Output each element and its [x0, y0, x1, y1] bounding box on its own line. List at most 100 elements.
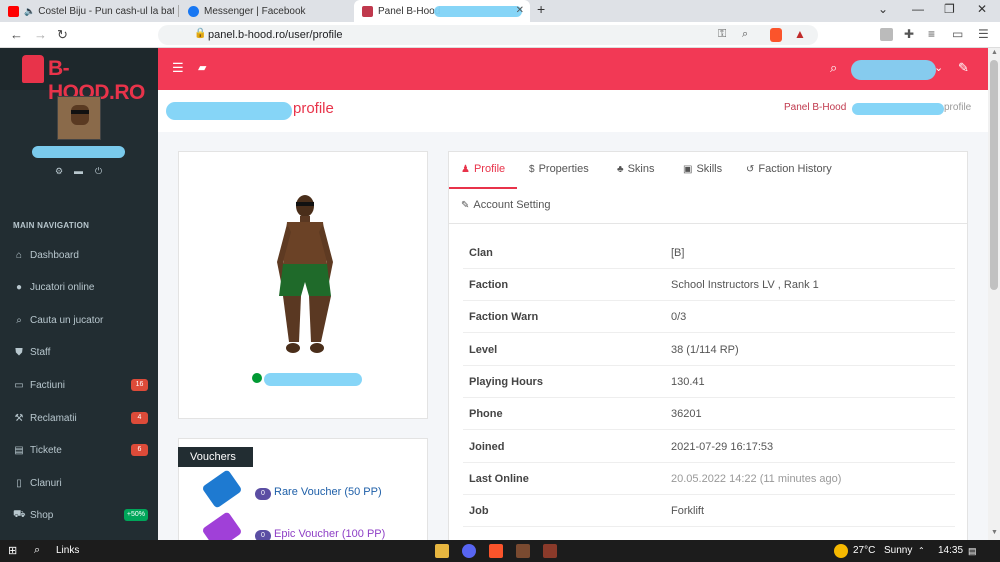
scrollbar-thumb[interactable] — [990, 60, 998, 290]
notification-icon[interactable]: ▤ — [968, 546, 977, 557]
sidebar-item-factiuni[interactable]: ▭ Factiuni 16 — [0, 369, 158, 401]
tab-skins[interactable]: ♣ Skins — [617, 163, 654, 175]
tab-search-icon[interactable]: ⌄ — [878, 2, 888, 16]
playlist-icon[interactable]: ≡ — [928, 27, 935, 41]
minimize-button[interactable]: — — [912, 2, 924, 16]
online-status-icon — [252, 373, 262, 383]
rare-voucher-label[interactable]: Rare Voucher (50 PP) — [274, 486, 382, 498]
rare-voucher-count: 0 — [255, 488, 271, 500]
sidebar-item-label: Jucatori online — [30, 281, 95, 293]
search-icon[interactable]: ⌕ — [34, 544, 40, 557]
game-app-icon[interactable] — [516, 544, 530, 558]
new-tab-button[interactable]: + — [537, 1, 545, 17]
sidebar-item-shop[interactable]: ⛟ Shop +50% — [0, 499, 158, 531]
dollar-icon: $ — [529, 163, 535, 175]
wrench-icon[interactable]: ✎ — [958, 60, 969, 76]
menu-icon[interactable]: ☰ — [978, 27, 989, 41]
tab-label: Skills — [696, 163, 723, 175]
detail-value: 38 (1/114 RP) — [671, 344, 739, 356]
sidebar-item-tickete[interactable]: ▤ Tickete 6 — [0, 434, 158, 466]
detail-row-clan: Clan [B] — [463, 237, 955, 269]
detail-value: [B] — [671, 247, 685, 259]
tab-title: Messenger | Facebook — [204, 5, 306, 17]
tray-chevron-icon[interactable]: ⌃ — [918, 546, 925, 555]
page-scrollbar[interactable]: ▲ ▼ — [988, 48, 1000, 540]
file-explorer-icon[interactable] — [435, 544, 449, 558]
settings-icon[interactable]: ⚙ — [55, 166, 63, 177]
user-icon: ♟ — [461, 163, 470, 175]
sidebar-item-staff[interactable]: ⛊ Staff — [0, 336, 158, 368]
power-icon[interactable]: ⏻ — [95, 166, 102, 177]
message-icon[interactable]: ▬ — [74, 166, 83, 176]
logo[interactable]: B-HOOD.RO — [0, 48, 158, 104]
extension-icon[interactable] — [880, 28, 893, 41]
browser-tab-panel[interactable]: Panel B-Hood ✕ — [354, 0, 530, 22]
home-icon: ⌂ — [15, 249, 23, 261]
chevron-down-icon[interactable]: ⌄ — [934, 61, 943, 74]
brave-browser-icon[interactable] — [489, 544, 503, 558]
tab-title: Costel Biju - Pun cash-ul la bataie — [38, 5, 174, 17]
shield-icon: ⛊ — [15, 346, 23, 358]
detail-key: Last Online — [469, 473, 529, 485]
skin-card — [178, 151, 428, 419]
breadcrumb-home[interactable]: Panel B-Hood — [784, 102, 846, 113]
key-icon[interactable]: ⚿ — [718, 28, 726, 41]
sidebar-item-reclamatii[interactable]: ⚒ Reclamatii 4 — [0, 402, 158, 434]
active-tab-indicator — [449, 187, 517, 189]
sidebar-item-clanuri[interactable]: ▯ Clanuri — [0, 467, 158, 499]
detail-value: 130.41 — [671, 376, 705, 388]
weather-condition[interactable]: Sunny — [884, 545, 912, 556]
tab-profile[interactable]: ♟ Profile — [461, 163, 505, 175]
brave-shield-icon[interactable] — [770, 28, 782, 42]
close-tab-icon[interactable]: ✕ — [516, 5, 524, 16]
user-menu[interactable] — [851, 60, 936, 80]
discord-icon[interactable] — [462, 544, 476, 558]
tab-label: Profile — [473, 163, 506, 175]
zoom-icon[interactable]: ⌕ — [742, 28, 748, 41]
game-app-2-icon[interactable] — [543, 544, 557, 558]
close-window-button[interactable]: ✕ — [977, 2, 987, 16]
sidebar-item-label: Shop — [30, 509, 54, 521]
windows-start-icon[interactable]: ⊞ — [8, 544, 17, 557]
wallet-icon[interactable]: ▭ — [952, 27, 963, 41]
bhood-favicon-icon — [362, 5, 373, 17]
browser-tab-messenger[interactable]: Messenger | Facebook — [180, 0, 352, 22]
detail-value: School Instructors LV , Rank 1 — [671, 279, 819, 291]
search-icon: ⌕ — [16, 314, 22, 326]
search-icon[interactable]: ⌕ — [830, 60, 837, 76]
sidebar-item-cauta-jucator[interactable]: ⌕ Cauta un jucator — [0, 304, 158, 336]
sidebar-item-label: Clanuri — [30, 477, 62, 489]
tab-properties[interactable]: $ Properties — [529, 163, 589, 175]
detail-row-level: Level 38 (1/114 RP) — [463, 334, 955, 366]
maximize-button[interactable]: ❐ — [944, 2, 955, 16]
id-badge-icon: ▣ — [683, 163, 693, 175]
scroll-up-icon[interactable]: ▲ — [991, 49, 998, 56]
wrench-icon: ✎ — [461, 199, 470, 211]
url-field[interactable]: 🔒 panel.b-hood.ro/user/profile ⚿ ⌕ ▲ — [158, 25, 818, 45]
taskbar-links-label[interactable]: Links — [56, 545, 79, 556]
epic-voucher-label[interactable]: Epic Voucher (100 PP) — [274, 528, 385, 540]
tab-faction-history[interactable]: ↺ Faction History — [746, 163, 832, 175]
windows-taskbar: ⊞ ⌕ Links 27°C Sunny ⌃ 14:35 ▤ — [0, 540, 1000, 562]
clock[interactable]: 14:35 — [938, 545, 963, 556]
sidebar-item-dashboard[interactable]: ⌂ Dashboard — [0, 239, 158, 271]
weather-temp[interactable]: 27°C — [853, 545, 875, 556]
tab-account-setting[interactable]: ✎ Account Setting — [461, 199, 550, 211]
brave-rewards-icon[interactable]: ▲ — [794, 27, 806, 41]
forward-icon[interactable]: → — [34, 27, 47, 42]
id-card-icon: ▤ — [14, 444, 24, 456]
detail-value: 2021-07-29 16:17:53 — [671, 441, 774, 453]
back-icon[interactable]: ← — [10, 27, 23, 42]
sidebar-item-label: Staff — [30, 346, 51, 358]
reload-icon[interactable]: ↻ — [57, 27, 68, 43]
hamburger-menu-icon[interactable]: ☰ — [172, 60, 184, 76]
puzzle-icon[interactable]: ✚ — [904, 27, 914, 41]
tab-skills[interactable]: ▣ Skills — [683, 163, 722, 175]
scroll-down-icon[interactable]: ▼ — [991, 529, 998, 536]
sidebar-item-jucatori-online[interactable]: ● Jucatori online — [0, 271, 158, 303]
discount-badge: +50% — [123, 509, 148, 521]
chat-icon[interactable]: ▰ — [198, 61, 206, 74]
browser-tab-bar: 🔈 Costel Biju - Pun cash-ul la bataie Me… — [0, 0, 1000, 22]
browser-tab-youtube[interactable]: 🔈 Costel Biju - Pun cash-ul la bataie — [0, 0, 174, 22]
lock-icon: 🔒 — [194, 28, 207, 39]
